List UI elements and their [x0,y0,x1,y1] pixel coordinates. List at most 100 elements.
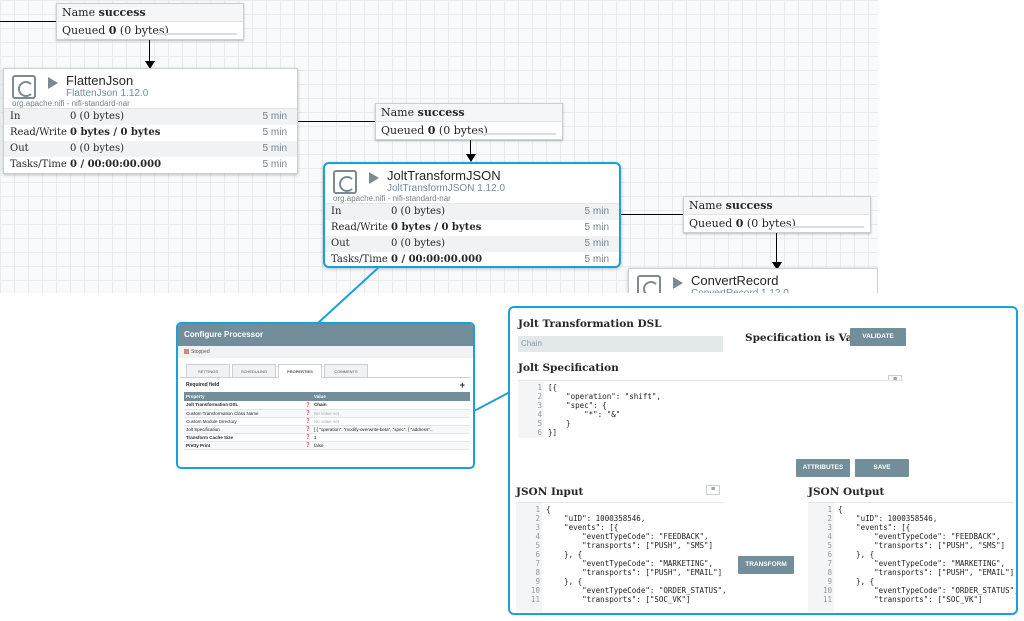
tab-scheduling[interactable]: SCHEDULING [232,364,276,378]
code-line: { [838,505,843,514]
json-output-editor[interactable]: 1 2 3 4 5 6 7 8 9 10 11 { "uID": 1000358… [808,502,1016,612]
info-icon[interactable]: ❓ [302,401,312,410]
info-icon[interactable]: ❓ [302,409,312,418]
table-row[interactable]: Transform Cache Size ❓ 1 [184,433,470,442]
code-line: "eventTypeCode": "ORDER_STATUS", [838,586,1018,595]
queue-name-value: success [417,106,465,119]
stat-row: Tasks/Time 0 / 00:00:00.000 5 min [325,252,619,268]
processor-convertrecord[interactable]: ConvertRecord ConvertRecord 1.12.0 [628,268,878,293]
property-value[interactable]: false [312,441,470,450]
table-row[interactable]: Jolt Specification ❓ [ { "operation": "m… [184,425,470,434]
format-icon[interactable]: ≡ [706,485,720,495]
stat-time: 5 min [584,206,609,217]
info-icon[interactable]: ❓ [302,441,312,450]
processor-icon [12,75,36,99]
connection-line[interactable] [149,38,150,62]
code-line: "transports": ["SOC_VK"] [838,595,983,604]
connection-queue[interactable]: Name success Queued 0 (0 bytes) [375,103,563,140]
property-value[interactable]: [ { "operation": "modify-overwrite-beta"… [312,425,470,434]
dsl-label: Jolt Transformation DSL [518,318,662,330]
queue-name-value: success [98,6,146,19]
connection-line[interactable] [297,121,375,122]
stat-row: Out 0 (0 bytes) 5 min [4,141,297,157]
line-number: 5 [537,419,542,428]
callout-line-panel [475,391,511,411]
stat-time: 5 min [584,222,609,233]
table-row[interactable]: Jolt Transformation DSL ❓ Chain [184,401,470,410]
queue-name-value: success [725,199,773,212]
stat-row: Out 0 (0 bytes) 5 min [325,236,619,252]
processor-icon [637,275,661,293]
queue-name-label: Name [689,199,723,212]
processor-type: ConvertRecord 1.12.0 [691,288,789,293]
column-header-info [302,392,312,401]
line-number: 3 [827,523,832,532]
queue-queued-count: 0 [427,124,436,137]
connection-line[interactable] [776,230,777,264]
queue-queued-label: Queued [381,124,425,137]
property-value[interactable]: 1 [312,433,470,442]
processor-header: FlattenJson FlattenJson 1.12.0 org.apach… [4,69,297,109]
tab-properties[interactable]: PROPERTIES [278,364,322,378]
tab-comments[interactable]: COMMENTS [324,364,368,378]
connection-queue[interactable]: Name success Queued 0 (0 bytes) [56,3,244,40]
attributes-button[interactable]: ATTRIBUTES [796,459,850,477]
line-number: 7 [535,559,540,568]
spec-editor[interactable]: 1 2 3 4 5 6 [{ "operation": "shift", "sp… [518,380,903,438]
connection-queue[interactable]: Name success Queued 0 (0 bytes) [683,196,871,233]
required-field-label: Required field [186,382,220,388]
code-line: "eventTypeCode": "FEEDBACK", [838,532,1001,541]
save-button[interactable]: SAVE [855,459,909,477]
connection-line[interactable] [621,214,683,215]
stat-value: 0 (0 bytes) [391,238,446,249]
processor-jolttransformjson[interactable]: JoltTransformJSON JoltTransformJSON 1.12… [323,162,621,268]
line-number: 4 [535,532,540,541]
table-row[interactable]: Custom Module Directory ❓ No value set [184,417,470,426]
processor-flattenjson[interactable]: FlattenJson FlattenJson 1.12.0 org.apach… [3,68,298,174]
table-row[interactable]: Custom Transformation Class Name ❓ No va… [184,409,470,418]
info-icon[interactable]: ❓ [302,425,312,434]
info-icon[interactable]: ❓ [302,433,312,442]
stat-label: Tasks/Time [10,159,67,170]
property-value[interactable]: No value set [312,409,470,418]
code-line: "transports": ["PUSH", "SMS"] [838,541,1006,550]
property-value[interactable]: Chain [312,401,470,410]
processor-bundle: org.apache.nifi - nifi-standard-nar [333,194,451,203]
queue-queued-row: Queued 0 (0 bytes) [684,215,870,233]
line-number: 8 [535,568,540,577]
code-line: }, { [838,577,875,586]
line-number: 3 [537,401,542,410]
stat-time: 5 min [584,238,609,249]
jolt-advanced-panel: Jolt Transformation DSL Chain Specificat… [508,306,1018,615]
connection-line[interactable] [0,21,56,22]
dialog-title: Configure Processor [178,324,473,346]
required-field-row: Required field + [178,378,473,392]
stat-value: 0 (0 bytes) [70,111,125,122]
queue-name-row: Name success [376,104,562,122]
validate-button[interactable]: VALIDATE [850,328,906,346]
flow-canvas[interactable]: Name success Queued 0 (0 bytes) FlattenJ… [0,0,878,293]
line-number: 6 [537,428,542,437]
json-input-editor[interactable]: 1 2 3 4 5 6 7 8 9 10 11 { "uID": 1000358… [516,502,727,612]
transform-button[interactable]: TRANSFORM [738,556,794,574]
code-line: } [548,419,571,428]
property-name: Transform Cache Size [184,433,302,442]
processor-name: JoltTransformJSON [387,168,501,183]
stat-time: 5 min [584,254,609,265]
code-line: "eventTypeCode": "MARKETING", [838,559,1006,568]
queue-progress-bar [157,33,237,35]
info-icon[interactable]: ❓ [302,417,312,426]
queue-queued-count: 0 [108,24,117,37]
stat-label: In [10,111,21,122]
add-property-button[interactable]: + [460,378,465,392]
code-line: [{ [548,383,558,392]
queue-queued-row: Queued 0 (0 bytes) [376,122,562,140]
stat-label: Read/Write [331,222,388,233]
dsl-select[interactable]: Chain [518,336,723,352]
queue-queued-label: Queued [689,217,733,230]
table-row[interactable]: Pretty Print ❓ false [184,441,470,450]
property-value[interactable]: No value set [312,417,470,426]
tab-settings[interactable]: SETTINGS [186,364,230,378]
code-line: "transports": ["PUSH", "EMAIL"] [838,568,1015,577]
queue-queued-row: Queued 0 (0 bytes) [57,22,243,40]
